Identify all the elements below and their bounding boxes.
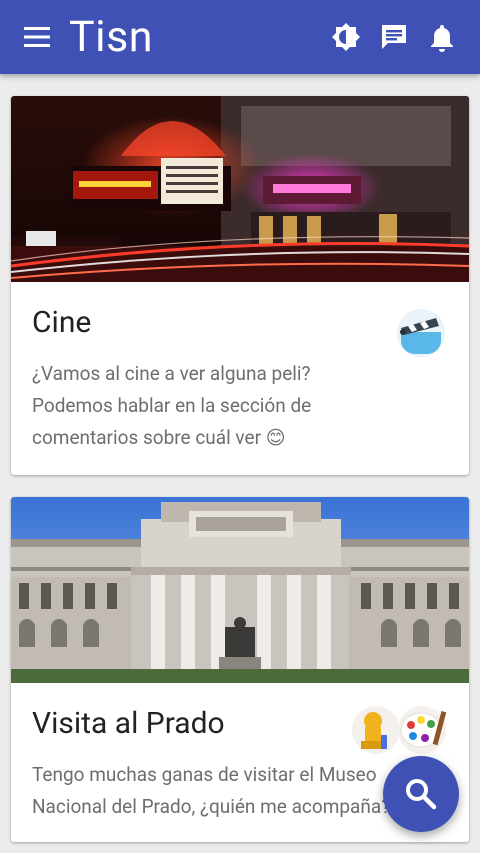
menu-icon[interactable] [22, 24, 52, 50]
search-icon [406, 779, 437, 810]
app-title: Tisn [69, 12, 154, 62]
card-title: Cine [32, 305, 92, 340]
brightness-icon[interactable] [330, 21, 362, 53]
card-title: Visita al Prado [32, 706, 225, 741]
bell-icon[interactable] [426, 21, 458, 53]
app-bar: Tisn [0, 0, 480, 74]
art-bust-palette-icon [352, 706, 447, 754]
card-description: ¿Vamos al cine a ver alguna peli? Podemo… [32, 362, 312, 449]
prado-museum-facade-photo [11, 497, 469, 683]
chat-icon[interactable] [378, 21, 410, 53]
cinema-marquee-night-photo [11, 96, 469, 282]
clapperboard-icon [397, 309, 445, 357]
card-cine[interactable]: Cine ¿Vamos al cine a ver alguna peli? P… [11, 96, 469, 475]
search-button[interactable] [383, 756, 459, 832]
